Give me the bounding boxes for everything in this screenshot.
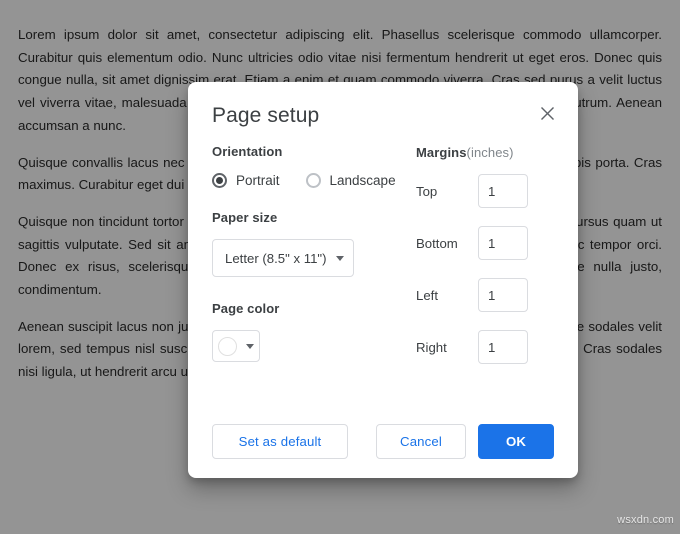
margin-right-input[interactable] [478,330,528,364]
dialog-left-column: Orientation Portrait Landscape Paper siz… [212,144,388,382]
radio-portrait-label: Portrait [236,173,280,188]
close-icon[interactable] [534,100,560,126]
margin-top-input[interactable] [478,174,528,208]
margin-bottom-input[interactable] [478,226,528,260]
chevron-down-icon [246,344,254,349]
orientation-label: Orientation [212,144,388,159]
radio-landscape-icon [306,173,321,188]
margin-row-left: Left [416,278,554,312]
paper-size-select[interactable]: Letter (8.5" x 11") [212,239,354,277]
margin-row-bottom: Bottom [416,226,554,260]
ok-button[interactable]: OK [478,424,554,459]
margin-top-label: Top [416,184,478,199]
margin-row-right: Right [416,330,554,364]
chevron-down-icon [336,256,344,261]
page-color-label: Page color [212,301,388,316]
margin-left-input[interactable] [478,278,528,312]
radio-portrait[interactable]: Portrait [212,173,280,188]
margins-unit: (inches) [467,145,514,160]
margin-row-top: Top [416,174,554,208]
dialog-title: Page setup [212,102,554,130]
margin-right-label: Right [416,340,478,355]
watermark: wsxdn.com [617,514,674,526]
radio-landscape[interactable]: Landscape [306,173,396,188]
page-setup-dialog: Page setup Orientation Portrait [188,82,578,478]
dialog-footer: Set as default Cancel OK [188,424,578,459]
radio-landscape-label: Landscape [330,173,396,188]
margins-title: Margins [416,145,467,160]
dialog-body: Orientation Portrait Landscape Paper siz… [188,130,578,382]
margin-bottom-label: Bottom [416,236,478,251]
page-color-swatch [218,337,237,356]
paper-size-value: Letter (8.5" x 11") [225,251,332,266]
cancel-button[interactable]: Cancel [376,424,466,459]
page-color-picker[interactable] [212,330,260,362]
margin-left-label: Left [416,288,478,303]
paper-size-label: Paper size [212,210,388,225]
radio-portrait-icon [212,173,227,188]
dialog-header: Page setup [188,82,578,130]
screen: Lorem ipsum dolor sit amet, consectetur … [0,0,680,534]
orientation-radio-group: Portrait Landscape [212,173,388,188]
dialog-right-column: Margins(inches) Top Bottom Left Right [388,144,554,382]
margins-label: Margins(inches) [416,145,554,160]
set-as-default-button[interactable]: Set as default [212,424,348,459]
